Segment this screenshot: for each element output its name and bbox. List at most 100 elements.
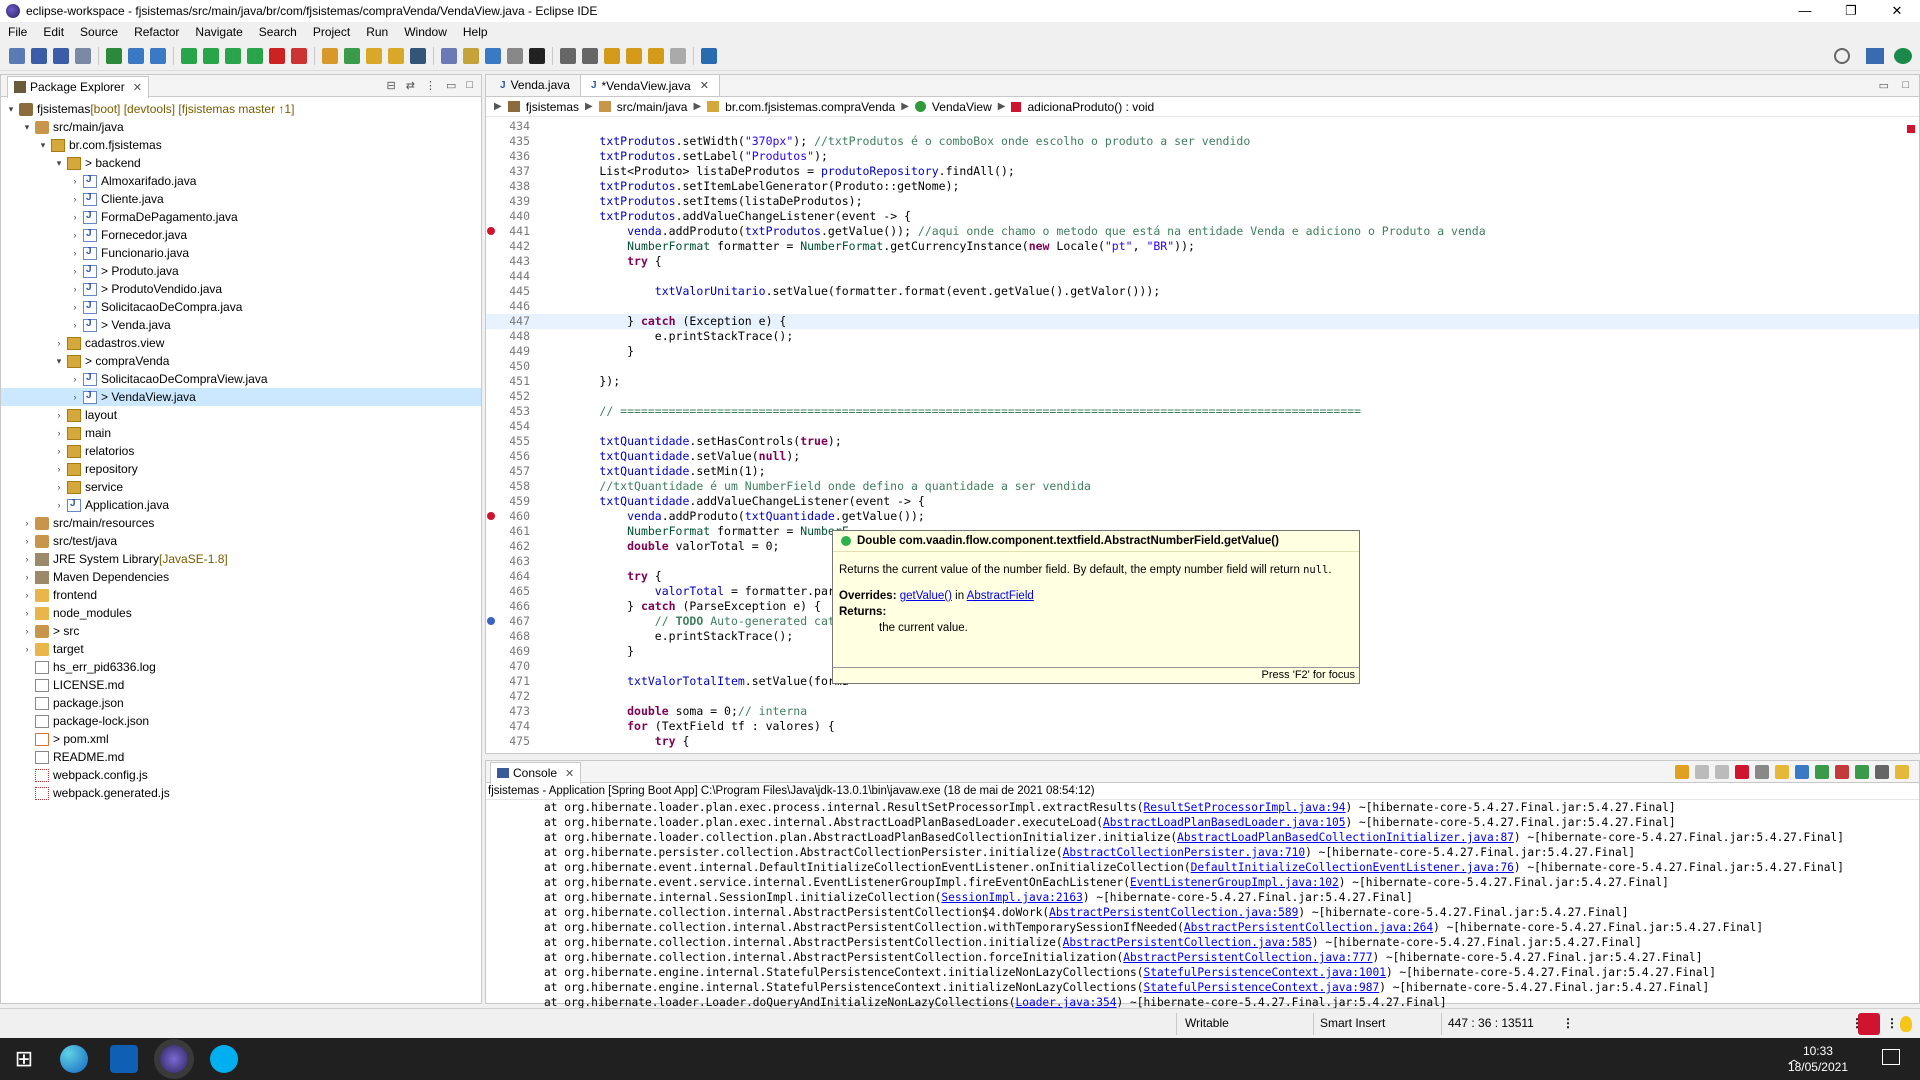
tree-item[interactable]: › cadastros.view bbox=[1, 334, 481, 352]
show-stderr-icon[interactable] bbox=[1835, 765, 1849, 779]
code-line[interactable]: 456 txtQuantidade.setValue(null); bbox=[486, 449, 1919, 464]
menu-file[interactable]: File bbox=[0, 25, 35, 39]
chevron-right-icon[interactable]: › bbox=[53, 482, 65, 492]
chevron-right-icon[interactable]: › bbox=[53, 500, 65, 510]
eclipse-taskbar-icon[interactable] bbox=[160, 1045, 188, 1073]
back-icon[interactable] bbox=[626, 47, 642, 64]
terminate-icon[interactable] bbox=[1735, 765, 1749, 779]
menu-edit[interactable]: Edit bbox=[35, 25, 72, 39]
breadcrumb-item-project[interactable]: fjsistemas bbox=[526, 100, 579, 114]
tree-item[interactable]: webpack.generated.js bbox=[1, 784, 481, 802]
stacktrace-link[interactable]: SessionImpl.java:2163 bbox=[941, 891, 1082, 904]
chevron-right-icon[interactable]: › bbox=[69, 392, 81, 402]
run-icon[interactable] bbox=[203, 47, 219, 64]
forward-disabled-icon[interactable] bbox=[670, 47, 686, 64]
coverage-icon[interactable] bbox=[225, 47, 241, 64]
tree-item[interactable]: package-lock.json bbox=[1, 712, 481, 730]
chevron-down-icon[interactable]: ▾ bbox=[37, 140, 49, 151]
tree-item[interactable]: › layout bbox=[1, 406, 481, 424]
view-menu-icon[interactable]: ⋮ bbox=[425, 79, 436, 92]
tree-item[interactable]: › src/test/java bbox=[1, 532, 481, 550]
new-java-project-icon[interactable] bbox=[322, 47, 338, 64]
code-line[interactable]: 444 bbox=[486, 269, 1919, 284]
open-folder-icon[interactable] bbox=[366, 47, 382, 64]
hierarchy-icon[interactable] bbox=[150, 47, 166, 64]
error-marker-icon[interactable] bbox=[487, 512, 495, 520]
link-editor-icon[interactable]: ⇄ bbox=[406, 79, 415, 92]
tree-item[interactable]: hs_err_pid6336.log bbox=[1, 658, 481, 676]
menu-run[interactable]: Run bbox=[358, 25, 396, 39]
chevron-right-icon[interactable]: › bbox=[21, 536, 33, 546]
skype-icon[interactable] bbox=[210, 1045, 238, 1073]
refresh-icon[interactable] bbox=[106, 47, 122, 64]
print-icon[interactable] bbox=[75, 47, 91, 64]
code-line[interactable]: 459 txtQuantidade.addValueChangeListener… bbox=[486, 494, 1919, 509]
code-line[interactable]: 438 txtProdutos.setItemLabelGenerator(Pr… bbox=[486, 179, 1919, 194]
stacktrace-link[interactable]: AbstractPersistentCollection.java:264 bbox=[1184, 921, 1433, 934]
tree-item[interactable]: ▾ > compraVenda bbox=[1, 352, 481, 370]
menu-source[interactable]: Source bbox=[72, 25, 126, 39]
code-line[interactable]: 442 NumberFormat formatter = NumberForma… bbox=[486, 239, 1919, 254]
lightbulb-icon[interactable] bbox=[1900, 1016, 1912, 1032]
code-line[interactable]: 450 bbox=[486, 359, 1919, 374]
highlight-icon[interactable] bbox=[463, 47, 479, 64]
stacktrace-link[interactable]: StatefulPersistenceContext.java:1001 bbox=[1143, 966, 1385, 979]
code-line[interactable]: 449 } bbox=[486, 344, 1919, 359]
tree-item[interactable]: › JRE System Library [JavaSE-1.8] bbox=[1, 550, 481, 568]
forward-icon[interactable] bbox=[648, 47, 664, 64]
edge-icon[interactable] bbox=[60, 1045, 88, 1073]
last-edit-icon[interactable] bbox=[604, 47, 620, 64]
open-console-icon[interactable] bbox=[1895, 765, 1909, 779]
chevron-right-icon[interactable]: › bbox=[69, 194, 81, 204]
chevron-right-icon[interactable]: › bbox=[69, 374, 81, 384]
search-icon[interactable] bbox=[410, 47, 426, 64]
code-line[interactable]: 445 txtValorUnitario.setValue(formatter.… bbox=[486, 284, 1919, 299]
tree-item[interactable]: › Funcionario.java bbox=[1, 244, 481, 262]
save-icon[interactable] bbox=[31, 47, 47, 64]
stacktrace-link[interactable]: StatefulPersistenceContext.java:987 bbox=[1143, 981, 1379, 994]
pilcrow-icon[interactable] bbox=[529, 47, 545, 64]
code-line[interactable]: 473 double soma = 0;// interna bbox=[486, 704, 1919, 719]
tree-item[interactable]: › node_modules bbox=[1, 604, 481, 622]
open-perspective-icon[interactable] bbox=[1866, 48, 1884, 64]
menu-project[interactable]: Project bbox=[305, 25, 358, 39]
tree-item[interactable]: › SolicitacaoDeCompra.java bbox=[1, 298, 481, 316]
annotation-prev-icon[interactable] bbox=[582, 47, 598, 64]
display-console-icon[interactable] bbox=[1875, 765, 1889, 779]
chevron-down-icon[interactable]: ▾ bbox=[5, 104, 17, 115]
code-line[interactable]: 460 venda.addProduto(txtQuantidade.getVa… bbox=[486, 509, 1919, 524]
notification-center-icon[interactable] bbox=[1882, 1049, 1900, 1065]
pin-editor-icon[interactable] bbox=[701, 47, 717, 64]
stacktrace-link[interactable]: AbstractLoadPlanBasedCollectionInitializ… bbox=[1177, 831, 1514, 844]
code-line[interactable]: 446 bbox=[486, 299, 1919, 314]
block-select-icon[interactable] bbox=[485, 47, 501, 64]
tree-item[interactable]: › > Venda.java bbox=[1, 316, 481, 334]
external-tools-icon[interactable] bbox=[291, 47, 307, 64]
menu-navigate[interactable]: Navigate bbox=[187, 25, 250, 39]
tree-item[interactable]: › Cliente.java bbox=[1, 190, 481, 208]
tree-item[interactable]: package.json bbox=[1, 694, 481, 712]
save-all-icon[interactable] bbox=[53, 47, 69, 64]
abstract-field-link[interactable]: AbstractField bbox=[967, 590, 1034, 602]
package-explorer-tab[interactable]: Package Explorer ✕ bbox=[7, 75, 149, 98]
code-line[interactable]: 474 for (TextField tf : valores) { bbox=[486, 719, 1919, 734]
chevron-right-icon[interactable]: › bbox=[53, 428, 65, 438]
chevron-right-icon[interactable]: › bbox=[53, 464, 65, 474]
tree-item[interactable]: › main bbox=[1, 424, 481, 442]
word-wrap-icon[interactable] bbox=[1795, 765, 1809, 779]
remove-all-icon[interactable] bbox=[1715, 765, 1729, 779]
chevron-right-icon[interactable]: › bbox=[69, 212, 81, 222]
close-icon[interactable]: ✕ bbox=[700, 79, 709, 92]
chevron-right-icon[interactable]: › bbox=[69, 284, 81, 294]
stacktrace-link[interactable]: DefaultInitializeCollectionEventListener… bbox=[1191, 861, 1514, 874]
menu-search[interactable]: Search bbox=[251, 25, 305, 39]
chevron-right-icon[interactable]: › bbox=[21, 518, 33, 528]
new-icon[interactable] bbox=[9, 47, 25, 64]
code-line[interactable]: 458 //txtQuantidade é um NumberField ond… bbox=[486, 479, 1919, 494]
code-line[interactable]: 457 txtQuantidade.setMin(1); bbox=[486, 464, 1919, 479]
chevron-right-icon[interactable]: › bbox=[21, 590, 33, 600]
tree-item[interactable]: › > src bbox=[1, 622, 481, 640]
maximize-view-icon[interactable]: □ bbox=[466, 79, 473, 92]
relaunch-icon[interactable] bbox=[1675, 765, 1689, 779]
code-line[interactable]: 441 venda.addProduto(txtProdutos.getValu… bbox=[486, 224, 1919, 239]
